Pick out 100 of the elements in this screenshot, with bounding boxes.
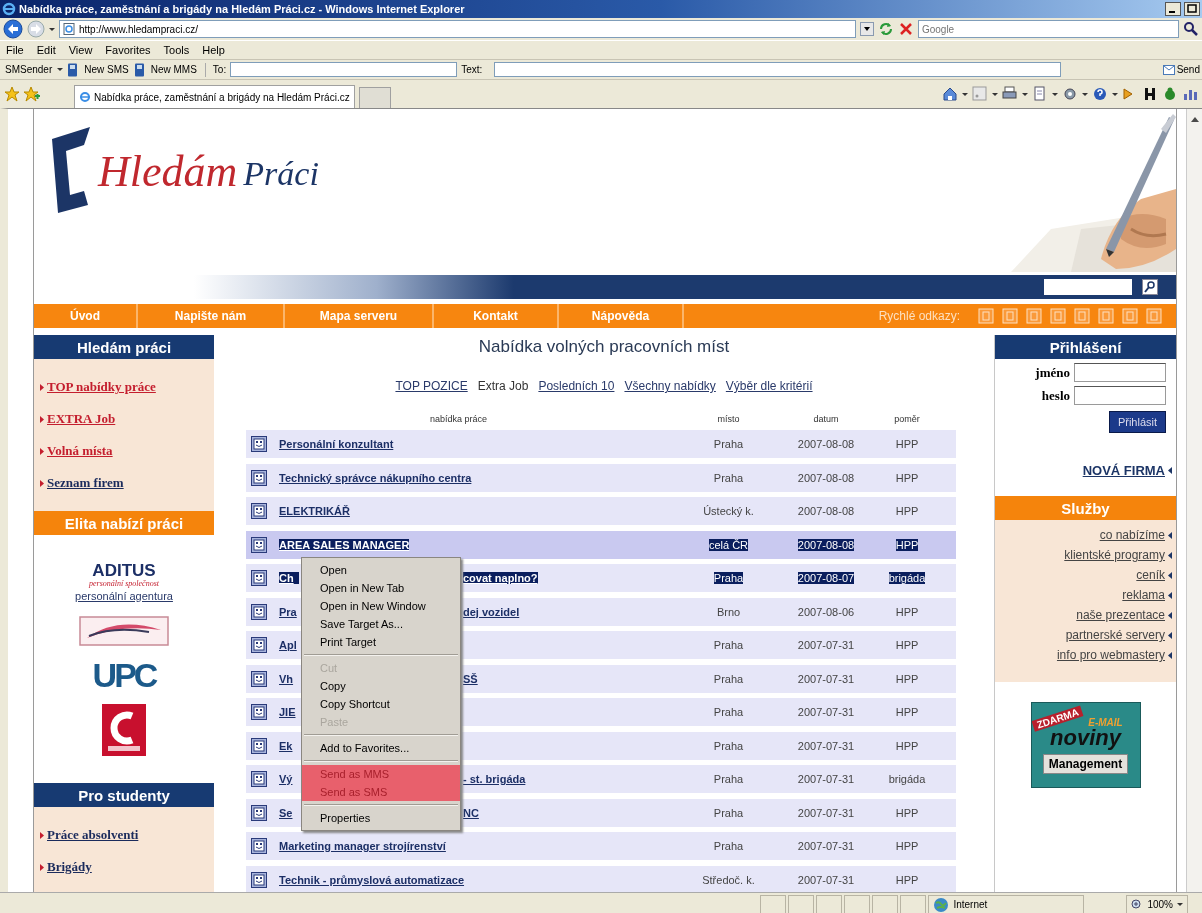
job-link[interactable]: Vý [279, 773, 299, 785]
table-cell: HPP [895, 505, 919, 517]
job-link[interactable]: Technik - průmyslová automatizace [279, 873, 465, 886]
menu-item[interactable]: Tools [163, 44, 190, 56]
search-field[interactable]: Google [917, 20, 1179, 38]
job-link[interactable]: JIE [279, 706, 296, 718]
caret-icon[interactable] [1112, 92, 1118, 96]
message-field[interactable] [494, 62, 1062, 77]
job-link[interactable]: Personální konzultant [279, 438, 394, 450]
search-button[interactable] [1142, 279, 1158, 295]
menu-item[interactable]: Print Target [302, 633, 460, 651]
logo-drawing[interactable] [102, 704, 146, 756]
job-link[interactable]: ELEKTRIKÁŘ [279, 505, 350, 517]
filter-tab[interactable]: Všechny nabídky [624, 379, 716, 393]
service-link[interactable]: info pro webmastery [1056, 648, 1165, 662]
job-link[interactable]: Se [279, 806, 299, 819]
h-icon[interactable] [1142, 86, 1158, 102]
service-link[interactable]: partnerské servery [1065, 628, 1165, 642]
status-pane [872, 894, 899, 913]
stop-icon[interactable] [897, 21, 914, 37]
sidebar-link[interactable]: EXTRA Job [47, 411, 116, 427]
job-link[interactable]: covat naplno? [463, 572, 538, 584]
job-link[interactable]: - st. brigáda [463, 773, 526, 785]
back-button[interactable] [3, 19, 23, 39]
filter-tab[interactable]: Výběr dle kritérií [725, 379, 813, 393]
menu-item[interactable]: Add to Favorites... [302, 739, 460, 757]
table-cell: 2007-08-07 [797, 572, 855, 584]
job-link[interactable]: Ch [279, 572, 299, 584]
send-button[interactable]: Send [1162, 64, 1202, 75]
menu-item[interactable]: Copy [302, 677, 460, 695]
sidebar-link[interactable]: Seznam firem [47, 475, 124, 491]
toolbar-menu[interactable]: SMSender [4, 63, 54, 76]
logo-drawing[interactable] [79, 616, 169, 646]
login-button[interactable]: Přihlásit [1108, 411, 1166, 433]
address-field[interactable]: http://www.hledampraci.cz/ [59, 20, 856, 38]
print-icon[interactable] [1002, 86, 1018, 102]
service-link[interactable]: reklama [1122, 588, 1165, 602]
menu-item[interactable]: Save Target As... [302, 615, 460, 633]
sidebar-link[interactable]: Brigády [47, 859, 92, 875]
gear-icon[interactable] [1062, 86, 1078, 102]
job-link[interactable]: SŠ [463, 672, 478, 685]
zoom-icon[interactable] [1131, 898, 1144, 911]
job-link[interactable]: dej vozidel [463, 605, 520, 618]
add-favorite-icon[interactable] [24, 86, 40, 102]
link[interactable]: personální agentura [75, 590, 173, 602]
menu-item[interactable]: Help [202, 44, 225, 56]
filter-tab[interactable]: TOP POZICE [395, 379, 468, 393]
password-field[interactable] [1074, 386, 1166, 405]
job-link[interactable]: NC [463, 806, 479, 819]
caret-icon[interactable] [1082, 92, 1088, 96]
job-link[interactable]: Pra [279, 605, 299, 618]
star-icon[interactable] [4, 86, 20, 102]
caret-icon[interactable] [1052, 92, 1058, 96]
help-icon[interactable] [1092, 86, 1108, 102]
job-link[interactable]: Technický správce nákupního centra [279, 471, 472, 484]
browser-tab[interactable]: Nabídka práce, zaměstnání a brigády na Hledám Práci.cz [74, 85, 355, 108]
menu-item[interactable]: Open in New Window [302, 597, 460, 615]
service-link[interactable]: klientské programy [1064, 548, 1165, 562]
service-link[interactable]: ceník [1136, 568, 1165, 582]
menu-item[interactable]: View [68, 44, 93, 56]
recipient-field[interactable] [230, 62, 458, 77]
caret-icon[interactable] [1022, 92, 1028, 96]
job-link[interactable]: Apl [279, 639, 297, 651]
service-link[interactable]: naše prezentace [1076, 608, 1165, 622]
username-field[interactable] [1074, 363, 1166, 382]
page-heading: Nabídka volných pracovních míst [477, 336, 731, 357]
caret-icon[interactable] [992, 92, 998, 96]
job-link[interactable]: AREA SALES MANAGER [279, 538, 410, 551]
toolbar-button[interactable]: New MMS [149, 63, 198, 76]
menu-item[interactable]: Edit [36, 44, 56, 56]
menu-item[interactable]: Copy Shortcut [302, 695, 460, 713]
menu-item[interactable]: Favorites [105, 44, 151, 56]
minimize-button[interactable] [1165, 2, 1181, 16]
maximize-button[interactable] [1184, 2, 1200, 16]
scrollbar[interactable] [1186, 109, 1202, 892]
search-button[interactable] [1183, 21, 1199, 37]
menu-item[interactable]: Open in New Tab [302, 579, 460, 597]
job-link[interactable]: Marketing manager strojírenství [279, 840, 446, 852]
menu-item[interactable]: Properties [302, 809, 460, 827]
caret-icon[interactable] [1177, 903, 1183, 906]
dropdown-button[interactable] [859, 22, 874, 36]
toolbar-button[interactable]: New SMS [83, 63, 130, 76]
filter-tab[interactable]: Extra Job [477, 379, 529, 393]
caret-icon[interactable] [962, 92, 968, 96]
caret-icon[interactable] [49, 27, 55, 31]
menu-item[interactable]: Open [302, 561, 460, 579]
filter-tab[interactable]: Posledních 10 [538, 379, 615, 393]
menu-item[interactable]: File [6, 44, 24, 56]
home-icon[interactable] [942, 86, 958, 102]
sidebar-link[interactable]: TOP nabídky práce [47, 379, 156, 395]
service-link[interactable]: co nabízíme [1099, 528, 1165, 542]
sidebar-link[interactable]: Volná místa [47, 443, 113, 459]
caret-icon[interactable] [57, 68, 64, 71]
logo-text[interactable]: UPC [92, 660, 156, 690]
job-link[interactable]: Vh [279, 672, 299, 685]
job-link[interactable]: Ek [279, 739, 293, 752]
arrow-icon [1168, 611, 1172, 619]
sidebar-link[interactable]: Práce absolventi [47, 827, 139, 843]
search-field[interactable] [1044, 279, 1132, 295]
link[interactable]: NOVÁ FIRMA [1082, 463, 1165, 478]
